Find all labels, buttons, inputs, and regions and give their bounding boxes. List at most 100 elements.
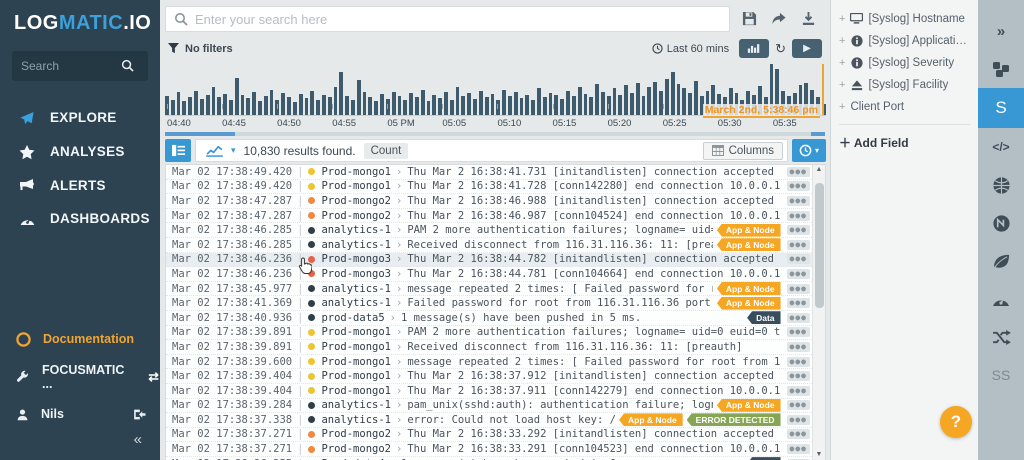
code-icon[interactable]: </> xyxy=(978,128,1024,166)
log-service[interactable]: Prod-mongo1 xyxy=(321,326,391,338)
row-actions-button[interactable]: ●●● xyxy=(787,400,810,410)
query-search-box[interactable] xyxy=(165,6,730,32)
collapse-sidebar-button[interactable]: « xyxy=(134,431,142,448)
log-message[interactable]: Thu Mar 2 16:38:41.728 [conn142280] end … xyxy=(407,180,780,192)
source-syslog-tab[interactable]: S xyxy=(978,88,1024,128)
leaf-icon[interactable] xyxy=(978,242,1024,280)
user-menu[interactable]: Nils xyxy=(0,399,160,429)
log-message[interactable]: Thu Mar 2 16:38:46.988 [initandlisten] c… xyxy=(407,195,780,207)
play-button[interactable]: ▶ xyxy=(792,39,822,58)
add-plus-icon[interactable]: + xyxy=(839,57,845,69)
table-row[interactable]: Mar 02 17:38:49.420|Prod-mongo1›Thu Mar … xyxy=(166,165,812,180)
log-service[interactable]: Prod-mongo2 xyxy=(321,428,391,440)
time-range-brush[interactable] xyxy=(165,132,825,136)
table-row[interactable]: Mar 02 17:38:37.338|analytics-1›error: C… xyxy=(166,413,812,428)
log-service[interactable]: analytics-1 xyxy=(321,399,391,411)
row-actions-button[interactable]: ●●● xyxy=(787,181,810,191)
log-message[interactable]: PAM 2 more authentication failures; logn… xyxy=(407,224,713,236)
row-actions-button[interactable]: ●●● xyxy=(787,444,810,454)
table-row[interactable]: Mar 02 17:38:40.936|prod-data5›1 message… xyxy=(166,311,812,326)
row-actions-button[interactable]: ●●● xyxy=(787,313,810,323)
add-plus-icon[interactable]: + xyxy=(839,101,845,113)
table-row[interactable]: Mar 02 17:38:46.236|Prod-mongo3›Thu Mar … xyxy=(166,253,812,268)
log-message[interactable]: pam_unix(sshd:auth): authentication fail… xyxy=(407,399,713,411)
log-service[interactable]: analytics-1 xyxy=(321,239,391,251)
table-row[interactable]: Mar 02 17:38:37.271|Prod-mongo2›Thu Mar … xyxy=(166,428,812,443)
row-actions-button[interactable]: ●●● xyxy=(787,429,810,439)
log-message[interactable]: Received disconnect from 116.31.116.36: … xyxy=(407,239,713,251)
row-actions-button[interactable]: ●●● xyxy=(787,415,810,425)
ss-label[interactable]: SS xyxy=(978,356,1024,394)
table-row[interactable]: Mar 02 17:38:39.284|analytics-1›pam_unix… xyxy=(166,399,812,414)
row-actions-button[interactable]: ●●● xyxy=(787,298,810,308)
log-service[interactable]: Prod-mongo1 xyxy=(321,341,391,353)
log-tag[interactable]: App & Node xyxy=(717,238,781,251)
log-message[interactable]: Thu Mar 2 16:38:44.782 [initandlisten] c… xyxy=(407,253,780,265)
sidebar-item-alerts[interactable]: ALERTS xyxy=(0,169,160,202)
log-tag[interactable]: Data xyxy=(747,311,780,324)
history-button[interactable]: ▾ xyxy=(792,139,826,162)
table-row[interactable]: Mar 02 17:38:46.285|analytics-1›Received… xyxy=(166,238,812,253)
sidebar-item-analyses[interactable]: ANALYSES xyxy=(0,135,160,169)
row-actions-button[interactable]: ●●● xyxy=(787,327,810,337)
table-row[interactable]: Mar 02 17:38:39.404|Prod-mongo1›Thu Mar … xyxy=(166,369,812,384)
log-message[interactable]: Thu Mar 2 16:38:41.731 [initandlisten] c… xyxy=(407,166,780,178)
log-message[interactable]: Thu Mar 2 16:38:46.987 [conn104524] end … xyxy=(407,210,780,222)
log-message[interactable]: error: Could not load host key: /etc/ssh… xyxy=(407,414,615,426)
log-tag[interactable]: ERROR DETECTED xyxy=(687,413,781,426)
row-actions-button[interactable]: ●●● xyxy=(787,240,810,250)
log-service[interactable]: Prod-mongo2 xyxy=(321,210,391,222)
log-tag[interactable]: App & Node xyxy=(619,413,683,426)
log-message[interactable]: Thu Mar 2 16:38:44.781 [conn104664] end … xyxy=(407,268,780,280)
log-tag[interactable]: App & Node xyxy=(717,399,781,412)
log-service[interactable]: analytics-1 xyxy=(321,414,391,426)
log-message[interactable]: 1 message(s) have been pushed in 5 ms. xyxy=(401,312,743,324)
exchange-icon[interactable]: ⇄ xyxy=(148,369,158,384)
row-actions-button[interactable]: ●●● xyxy=(787,357,810,367)
documentation-link[interactable]: Documentation xyxy=(0,324,160,355)
blocks-icon[interactable] xyxy=(978,50,1024,88)
scroll-down-icon[interactable]: ▼ xyxy=(816,450,823,460)
table-row[interactable]: Mar 02 17:38:39.404|Prod-mongo1›Thu Mar … xyxy=(166,384,812,399)
field-item[interactable]: +[Syslog] Severity xyxy=(839,52,970,74)
table-row[interactable]: Mar 02 17:38:49.420|Prod-mongo1›Thu Mar … xyxy=(166,180,812,195)
sidebar-item-explore[interactable]: EXPLORE xyxy=(0,101,160,135)
log-message[interactable]: message repeated 2 times: [ Failed passw… xyxy=(407,356,780,368)
share-icon[interactable] xyxy=(771,10,787,28)
histogram[interactable]: 04:4004:4504:5004:5505 PM05:0505:1005:15… xyxy=(160,62,830,131)
table-scrollbar[interactable]: ▲ ▼ xyxy=(812,165,825,460)
shuffle-icon[interactable] xyxy=(978,318,1024,356)
log-service[interactable]: Prod-mongo2 xyxy=(321,443,391,455)
gauge-icon[interactable] xyxy=(978,280,1024,318)
row-actions-button[interactable]: ●●● xyxy=(787,386,810,396)
histogram-toggle-button[interactable] xyxy=(739,39,769,58)
add-plus-icon[interactable]: + xyxy=(839,13,845,25)
log-service[interactable]: analytics-1 xyxy=(321,283,391,295)
log-service[interactable]: Prod-mongo2 xyxy=(321,195,391,207)
sign-out-icon[interactable] xyxy=(132,407,146,421)
log-message[interactable]: PAM 2 more authentication failures; logn… xyxy=(407,326,780,338)
table-row[interactable]: Mar 02 17:38:39.600|Prod-mongo1›message … xyxy=(166,355,812,370)
field-item[interactable]: +[Syslog] Hostname xyxy=(839,8,970,30)
log-service[interactable]: analytics-1 xyxy=(321,297,391,309)
row-actions-button[interactable]: ●●● xyxy=(787,269,810,279)
table-row[interactable]: Mar 02 17:38:39.891|Prod-mongo1›Received… xyxy=(166,340,812,355)
table-row[interactable]: Mar 02 17:38:47.287|Prod-mongo2›Thu Mar … xyxy=(166,194,812,209)
log-service[interactable]: Prod-mongo3 xyxy=(321,253,391,265)
columns-button[interactable]: Columns xyxy=(703,142,783,160)
log-tag[interactable]: App & Node xyxy=(717,297,781,310)
brush-handle-left[interactable] xyxy=(165,132,235,136)
log-message[interactable]: Thu Mar 2 16:38:33.291 [conn104523] end … xyxy=(407,443,780,455)
table-row[interactable]: Mar 02 17:38:39.891|Prod-mongo1›PAM 2 mo… xyxy=(166,326,812,341)
table-row[interactable]: Mar 02 17:38:41.369|analytics-1›Failed p… xyxy=(166,296,812,311)
row-actions-button[interactable]: ●●● xyxy=(787,342,810,352)
row-actions-button[interactable]: ●●● xyxy=(787,371,810,381)
log-service[interactable]: analytics-1 xyxy=(321,224,391,236)
brush-handle-right[interactable] xyxy=(811,132,825,136)
log-tag[interactable]: App & Node xyxy=(717,282,781,295)
log-message[interactable]: Failed password for root from 116.31.116… xyxy=(407,297,713,309)
table-row[interactable]: Mar 02 17:38:46.236|Prod-mongo3›Thu Mar … xyxy=(166,267,812,282)
log-message[interactable]: Thu Mar 2 16:38:37.911 [conn142279] end … xyxy=(407,385,780,397)
field-item[interactable]: +Client Port xyxy=(839,96,970,118)
nginx-icon[interactable] xyxy=(978,204,1024,242)
